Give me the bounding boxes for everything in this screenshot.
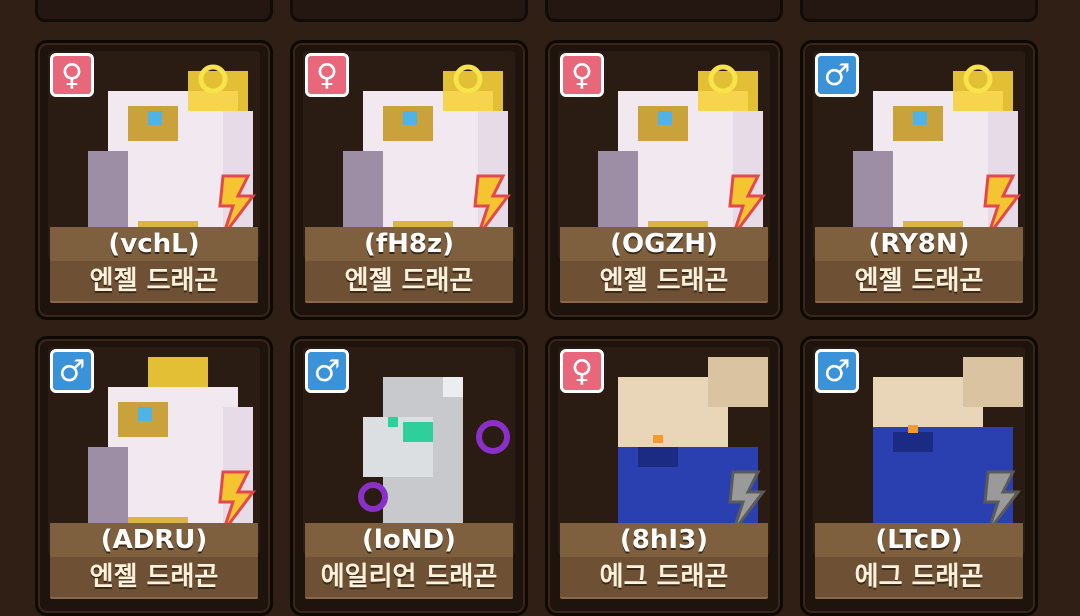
dragon-card[interactable]: ♂ (loND) 에일리언 드래곤: [290, 336, 528, 616]
dragon-card[interactable]: ♀ (8hI3) 에그 드래곤: [545, 336, 783, 616]
dragon-grid: ♀ (vchL) 엔젤 드래곤 ♀ (fH8z) 엔젤 드래곤 ♀ (OGZH)…: [0, 0, 1080, 616]
male-gender-icon: ♂: [815, 53, 859, 97]
dragon-card[interactable]: ♂ (RY8N) 엔젤 드래곤: [800, 40, 1038, 320]
dragon-name: 엔젤 드래곤: [50, 557, 258, 597]
dragon-nameplate: (loND) 에일리언 드래곤: [305, 523, 513, 599]
dragon-card[interactable]: ♀ (vchL) 엔젤 드래곤: [35, 40, 273, 320]
dragon-name: 에일리언 드래곤: [305, 557, 513, 597]
female-gender-icon: ♀: [560, 349, 604, 393]
dragon-card[interactable]: ♀ (OGZH) 엔젤 드래곤: [545, 40, 783, 320]
partial-card[interactable]: [545, 0, 783, 22]
dragon-code: (OGZH): [560, 227, 768, 261]
dragon-name: 엔젤 드래곤: [560, 261, 768, 301]
dragon-code: (vchL): [50, 227, 258, 261]
dragon-name: 에그 드래곤: [560, 557, 768, 597]
male-gender-icon: ♂: [305, 349, 349, 393]
dragon-code: (fH8z): [305, 227, 513, 261]
dragon-nameplate: (vchL) 엔젤 드래곤: [50, 227, 258, 303]
dragon-nameplate: (8hI3) 에그 드래곤: [560, 523, 768, 599]
male-gender-icon: ♂: [815, 349, 859, 393]
dragon-code: (ADRU): [50, 523, 258, 557]
dragon-code: (8hI3): [560, 523, 768, 557]
dragon-name: 엔젤 드래곤: [305, 261, 513, 301]
dragon-nameplate: (fH8z) 엔젤 드래곤: [305, 227, 513, 303]
dragon-card[interactable]: ♂ (ADRU) 엔젤 드래곤: [35, 336, 273, 616]
male-gender-icon: ♂: [50, 349, 94, 393]
partial-card[interactable]: [35, 0, 273, 22]
dragon-nameplate: (LTcD) 에그 드래곤: [815, 523, 1023, 599]
female-gender-icon: ♀: [305, 53, 349, 97]
dragon-name: 엔젤 드래곤: [50, 261, 258, 301]
dragon-code: (RY8N): [815, 227, 1023, 261]
dragon-card[interactable]: ♂ (LTcD) 에그 드래곤: [800, 336, 1038, 616]
star-icon: [885, 0, 945, 8]
dragon-nameplate: (OGZH) 엔젤 드래곤: [560, 227, 768, 303]
dragon-nameplate: (ADRU) 엔젤 드래곤: [50, 523, 258, 599]
dragon-nameplate: (RY8N) 엔젤 드래곤: [815, 227, 1023, 303]
partial-card[interactable]: [290, 0, 528, 22]
dragon-name: 에그 드래곤: [815, 557, 1023, 597]
female-gender-icon: ♀: [50, 53, 94, 97]
dragon-code: (loND): [305, 523, 513, 557]
dragon-code: (LTcD): [815, 523, 1023, 557]
dragon-card[interactable]: ♀ (fH8z) 엔젤 드래곤: [290, 40, 528, 320]
dragon-name: 엔젤 드래곤: [815, 261, 1023, 301]
female-gender-icon: ♀: [560, 53, 604, 97]
